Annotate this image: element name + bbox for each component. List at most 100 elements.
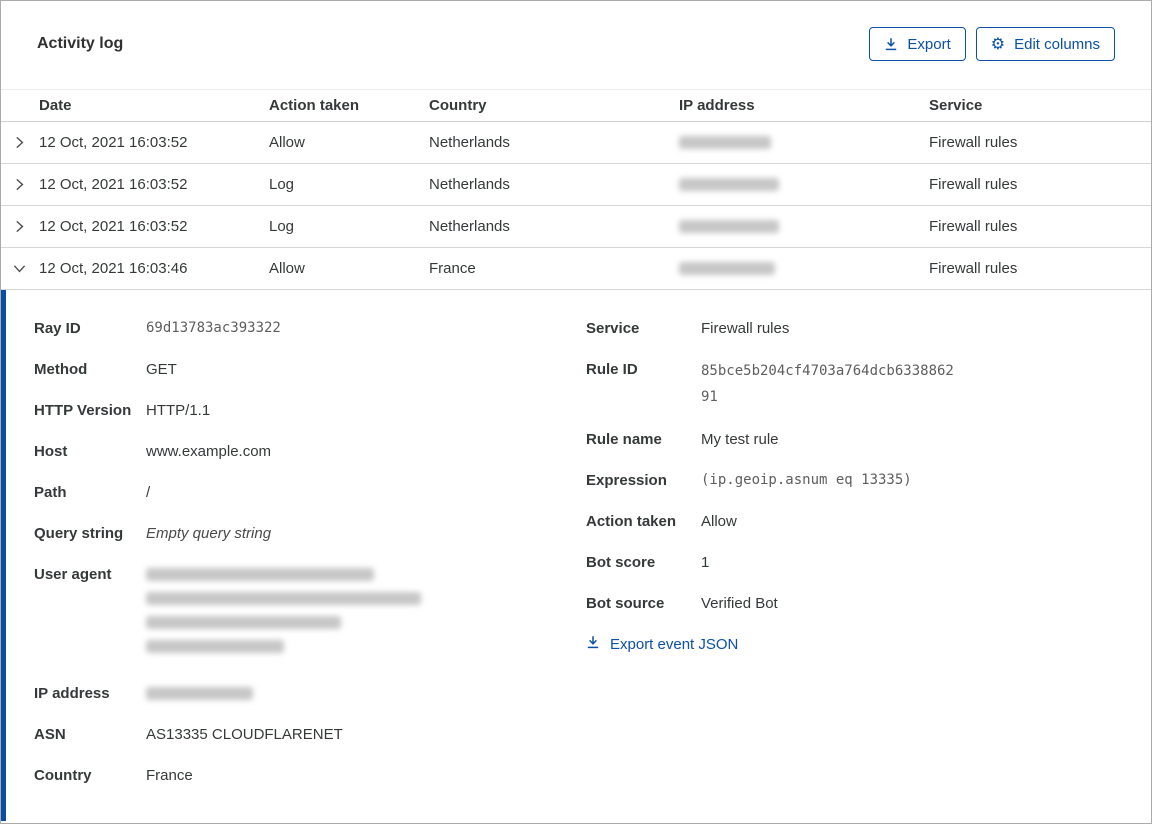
detail-value: Firewall rules <box>701 320 790 337</box>
detail-row-expression: Expression (ip.geoip.asnum eq 13335) <box>586 469 1151 492</box>
cell-country: Netherlands <box>429 176 510 193</box>
detail-label: Ray ID <box>34 320 81 337</box>
cell-action-taken: Allow <box>269 134 305 151</box>
detail-label: Expression <box>586 472 667 489</box>
detail-label: Path <box>34 484 67 501</box>
download-icon <box>586 635 600 653</box>
toolbar-actions: Export ⚙ Edit columns <box>869 27 1115 61</box>
details-right-column: Service Firewall rules Rule ID 85bce5b20… <box>586 317 1151 821</box>
detail-row-query-string: Query string Empty query string <box>34 522 586 545</box>
detail-label: Query string <box>34 525 124 542</box>
detail-row-country: Country France <box>34 764 586 787</box>
detail-label: HTTP Version <box>34 402 132 419</box>
detail-row-service: Service Firewall rules <box>586 317 1151 340</box>
cell-action-taken: Log <box>269 218 295 235</box>
detail-row-http-version: HTTP Version HTTP/1.1 <box>34 399 586 422</box>
detail-value: 85bce5b204cf4703a764dcb633886291 <box>701 363 954 405</box>
detail-label: Action taken <box>586 513 677 530</box>
detail-value-redacted <box>146 682 253 705</box>
gear-icon: ⚙ <box>990 34 1006 53</box>
cell-country: Netherlands <box>429 218 510 235</box>
detail-label: IP address <box>34 685 110 702</box>
cell-service: Firewall rules <box>929 134 1018 151</box>
detail-label: Bot score <box>586 554 656 571</box>
detail-value: HTTP/1.1 <box>146 402 211 419</box>
cell-country: Netherlands <box>429 134 510 151</box>
cell-date: 12 Oct, 2021 16:03:46 <box>39 260 188 277</box>
detail-value: 1 <box>701 554 710 571</box>
download-icon <box>884 37 898 51</box>
chevron-right-icon[interactable] <box>1 220 39 233</box>
chevron-right-icon[interactable] <box>1 136 39 149</box>
cell-action-taken: Allow <box>269 260 305 277</box>
table-row[interactable]: 12 Oct, 2021 16:03:52 Log Netherlands Fi… <box>1 164 1151 206</box>
cell-ip-address-redacted <box>679 136 929 149</box>
detail-value: Allow <box>701 513 737 530</box>
page-title: Activity log <box>37 35 124 52</box>
column-header-action-taken: Action taken <box>269 97 360 114</box>
detail-row-rule-id: Rule ID 85bce5b204cf4703a764dcb633886291 <box>586 358 1151 410</box>
topbar: Activity log Export ⚙ Edit columns <box>1 1 1151 61</box>
table-header-row: Date Action taken Country IP address Ser… <box>1 89 1151 122</box>
table-row[interactable]: 12 Oct, 2021 16:03:52 Log Netherlands Fi… <box>1 206 1151 248</box>
export-event-json-label: Export event JSON <box>610 635 739 653</box>
detail-value: / <box>146 484 151 501</box>
cell-service: Firewall rules <box>929 218 1018 235</box>
detail-label: ASN <box>34 726 66 743</box>
export-event-json-link[interactable]: Export event JSON <box>586 635 738 653</box>
detail-value: (ip.geoip.asnum eq 13335) <box>701 472 912 488</box>
cell-ip-address-redacted <box>679 262 929 275</box>
detail-label: Rule ID <box>586 361 638 378</box>
export-button[interactable]: Export <box>869 27 966 61</box>
detail-value: www.example.com <box>146 443 272 460</box>
cell-ip-address-redacted <box>679 220 929 233</box>
detail-label: Service <box>586 320 640 337</box>
detail-row-ip-address: IP address <box>34 682 586 705</box>
detail-value-redacted <box>146 563 421 664</box>
detail-row-ray-id: Ray ID 69d13783ac393322 <box>34 317 586 340</box>
detail-row-rule-name: Rule name My test rule <box>586 428 1151 451</box>
detail-row-user-agent: User agent <box>34 563 586 664</box>
detail-value: 69d13783ac393322 <box>146 320 281 336</box>
cell-country: France <box>429 260 476 277</box>
cell-action-taken: Log <box>269 176 295 193</box>
details-left-column: Ray ID 69d13783ac393322 Method GET HTTP … <box>34 317 586 821</box>
cell-ip-address-redacted <box>679 178 929 191</box>
detail-value: My test rule <box>701 431 779 448</box>
detail-label: Country <box>34 767 92 784</box>
detail-value: France <box>146 767 193 784</box>
table-row-expanded[interactable]: 12 Oct, 2021 16:03:46 Allow France Firew… <box>1 248 1151 290</box>
detail-value: GET <box>146 361 177 378</box>
column-header-ip-address: IP address <box>679 97 755 114</box>
detail-label: Rule name <box>586 431 662 448</box>
detail-value: Empty query string <box>146 525 272 542</box>
activity-log-panel: Activity log Export ⚙ Edit columns Date … <box>0 0 1152 824</box>
detail-label: Method <box>34 361 88 378</box>
edit-columns-button-label: Edit columns <box>1014 35 1100 53</box>
chevron-right-icon[interactable] <box>1 178 39 191</box>
column-header-date: Date <box>39 97 72 114</box>
detail-row-bot-source: Bot source Verified Bot <box>586 592 1151 615</box>
detail-row-action-taken: Action taken Allow <box>586 510 1151 533</box>
edit-columns-button[interactable]: ⚙ Edit columns <box>975 27 1115 61</box>
detail-row-method: Method GET <box>34 358 586 381</box>
detail-value: AS13335 CLOUDFLARENET <box>146 726 343 743</box>
detail-row-host: Host www.example.com <box>34 440 586 463</box>
detail-value: Verified Bot <box>701 595 778 612</box>
cell-date: 12 Oct, 2021 16:03:52 <box>39 218 188 235</box>
cell-date: 12 Oct, 2021 16:03:52 <box>39 176 188 193</box>
chevron-down-icon[interactable] <box>1 262 39 275</box>
detail-row-path: Path / <box>34 481 586 504</box>
export-button-label: Export <box>907 35 951 53</box>
cell-service: Firewall rules <box>929 176 1018 193</box>
table-row[interactable]: 12 Oct, 2021 16:03:52 Allow Netherlands … <box>1 122 1151 164</box>
detail-row-bot-score: Bot score 1 <box>586 551 1151 574</box>
column-header-service: Service <box>929 97 983 114</box>
detail-label: Bot source <box>586 595 665 612</box>
cell-date: 12 Oct, 2021 16:03:52 <box>39 134 188 151</box>
event-details-panel: Ray ID 69d13783ac393322 Method GET HTTP … <box>1 290 1151 821</box>
cell-service: Firewall rules <box>929 260 1018 277</box>
column-header-country: Country <box>429 97 487 114</box>
detail-label: Host <box>34 443 68 460</box>
detail-label: User agent <box>34 566 112 583</box>
